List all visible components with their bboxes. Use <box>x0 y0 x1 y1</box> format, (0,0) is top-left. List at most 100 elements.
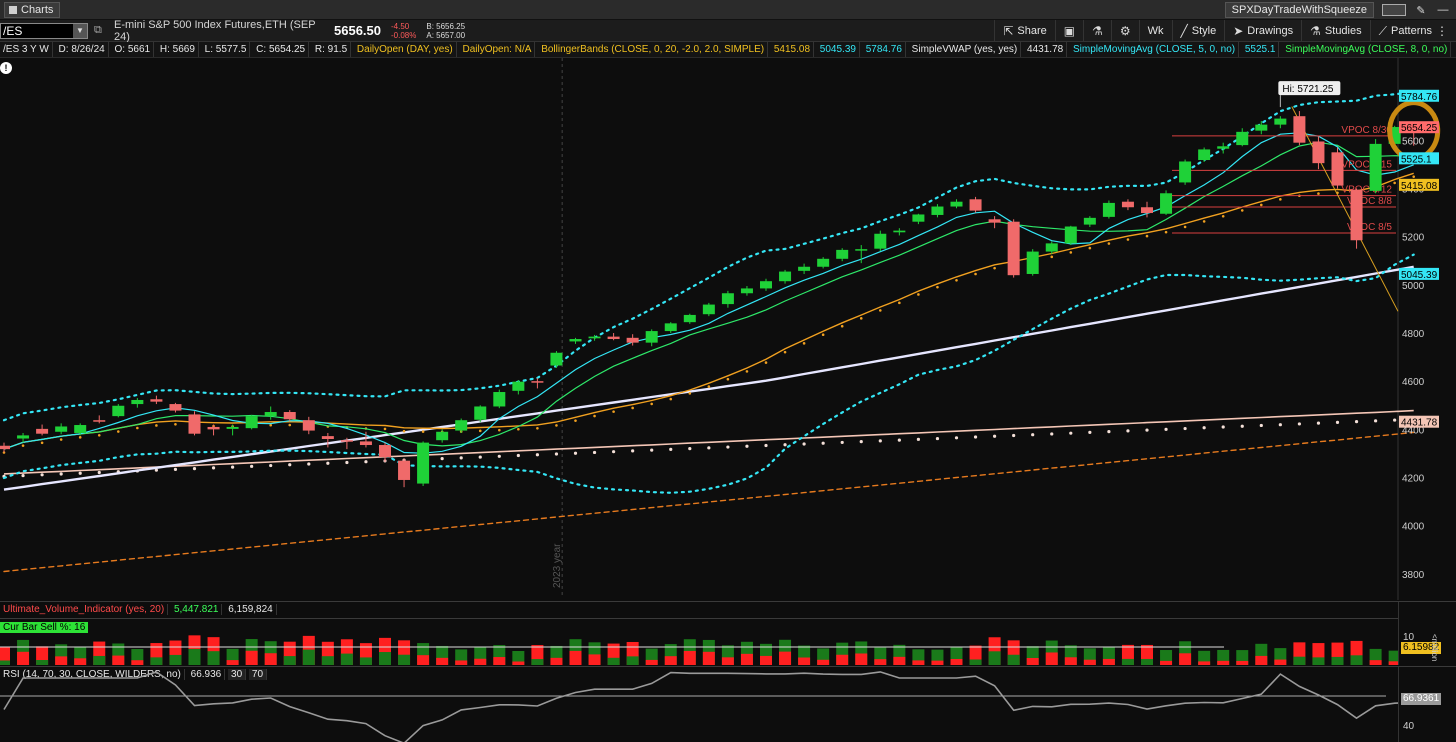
volume-pane[interactable]: Ultimate_Volume_Indicator (yes, 20) 5,44… <box>0 601 1456 665</box>
charts-tab[interactable]: Charts <box>4 2 61 18</box>
price-chart-pane[interactable]: 2023 year VPOC 8/30 VPOC 8/15 VPOC 8/12 VPOC… <box>0 58 1456 600</box>
candle-body <box>588 336 601 339</box>
rsi-pane[interactable]: RSI (14, 70, 30, CLOSE, WILDERS, no) 66.… <box>0 666 1456 742</box>
candle-body <box>569 339 582 342</box>
candle-body <box>550 352 563 366</box>
daily-open-dot <box>498 428 501 432</box>
more-icon: ⋮ <box>1436 24 1448 38</box>
period-button[interactable]: Wk <box>1138 20 1172 42</box>
share-button[interactable]: ⇱ Share <box>994 20 1054 42</box>
candle-body <box>836 249 849 259</box>
volume-bar-split <box>950 658 963 665</box>
daily-open-dot <box>536 426 539 430</box>
account-name[interactable]: SPXDayTradeWithSqueeze <box>1224 2 1374 18</box>
window-box-icon[interactable] <box>1382 4 1406 16</box>
daily-open-dot <box>402 429 406 433</box>
vwap-dot <box>1393 418 1397 422</box>
volume-bar-split <box>455 660 468 665</box>
cursor-icon: ➤ <box>1233 24 1244 38</box>
vwap-dot <box>1164 427 1168 431</box>
price-change: -4.50 -0.08% <box>391 22 416 40</box>
close-readout: C: 5654.25 <box>253 42 310 57</box>
candle-body <box>1102 202 1115 217</box>
daily-open-dot <box>650 402 653 406</box>
daily-open-dot <box>1240 209 1244 212</box>
sma5-study[interactable]: SimpleMovingAvg (CLOSE, 5, 0, no) <box>1070 42 1240 57</box>
vwap-dot <box>250 464 254 468</box>
volume-bar-split <box>1293 656 1306 665</box>
alert-icon[interactable]: ! <box>0 62 12 74</box>
daily-open-dot <box>631 406 634 410</box>
vwap-dot <box>612 450 616 454</box>
volume-bar-split <box>398 654 411 665</box>
volume-bar-split <box>931 660 944 665</box>
volume-bar-split <box>1045 652 1058 665</box>
title-bar: Charts SPXDayTradeWithSqueeze ✎ — <box>0 0 1456 20</box>
candle-body <box>321 436 334 439</box>
daily-open-dot <box>1183 225 1187 229</box>
volume-bar-split <box>1083 659 1096 665</box>
volume-bar-split <box>417 655 430 665</box>
vwap-dot <box>459 456 463 460</box>
daily-open-dot <box>1069 251 1073 254</box>
volume-bar-split <box>836 654 849 665</box>
candle-body <box>779 271 792 282</box>
daily-open-dot <box>1050 255 1054 259</box>
volume-bar-split <box>150 657 163 665</box>
volume-bar-split <box>1331 656 1344 665</box>
rsi-line <box>3 671 1398 742</box>
daily-open-study[interactable]: DailyOpen (DAY, yes) <box>354 42 457 57</box>
daily-open-dot <box>574 419 577 422</box>
candle-body <box>74 425 87 433</box>
style-button[interactable]: ╱ Style <box>1171 20 1225 42</box>
vwap-study[interactable]: SimpleVWAP (yes, yes) <box>909 42 1022 57</box>
volume-bar-split <box>1007 654 1020 665</box>
volume-bar-split <box>169 654 182 665</box>
volume-bar-split <box>1312 657 1325 665</box>
snapshot-button[interactable]: ▣ <box>1054 20 1083 42</box>
lab-button[interactable]: ⚗ <box>1083 20 1111 42</box>
pin-icon[interactable]: ✎ <box>1414 4 1428 17</box>
price-chart-svg[interactable]: 2023 yearVPOC 8/30VPOC 8/15VPOC 8/12VPOC… <box>0 58 1456 600</box>
ask-price: A: 5657.00 <box>426 30 466 40</box>
daily-open-dot <box>517 427 520 431</box>
candle-body <box>1217 146 1230 149</box>
hi-label: Hi: 5721.25 <box>1282 84 1334 95</box>
studies-button[interactable]: ⚗ Studies <box>1301 20 1369 42</box>
vwap-dot <box>707 446 711 450</box>
daily-open-dot <box>726 377 730 381</box>
candle-body <box>702 304 715 315</box>
price-tick-label: 4600 <box>1402 377 1425 388</box>
volume-bar-split <box>550 657 563 665</box>
candle-body <box>512 381 525 391</box>
volume-bar-split <box>855 653 868 665</box>
vwap-dot <box>97 470 101 475</box>
rsi-axis-40: 40 <box>1403 721 1415 732</box>
daily-open-dot <box>478 429 482 433</box>
candle-body <box>417 442 430 484</box>
price-tick-label: 5000 <box>1402 281 1425 292</box>
symbol-input[interactable]: /ES ▼ <box>0 22 88 39</box>
volume-bar-split <box>1102 658 1115 665</box>
link-icon[interactable]: ⧉ <box>94 24 106 37</box>
chevron-down-icon[interactable]: ▼ <box>73 23 87 38</box>
vwap-dot <box>173 467 178 472</box>
vwap-dot <box>364 460 368 464</box>
timeframe-label[interactable]: /ES 3 Y W <box>0 42 53 57</box>
volume-bar-split <box>607 657 620 665</box>
minimize-icon[interactable]: — <box>1436 4 1450 16</box>
style-label: Style <box>1191 25 1217 37</box>
sma8-study[interactable]: SimpleMovingAvg (CLOSE, 8, 0, no) <box>1282 42 1452 57</box>
bollinger-study[interactable]: BollingerBands (CLOSE, 0, 20, -2.0, 2.0,… <box>538 42 769 57</box>
volume-bar-split <box>1141 658 1153 665</box>
open-readout: O: 5661 <box>111 42 155 57</box>
settings-button[interactable]: ⚙ <box>1110 20 1139 42</box>
drawings-button[interactable]: ➤ Drawings <box>1224 20 1301 42</box>
daily-open-dot <box>269 423 273 427</box>
vwap-dot <box>1221 425 1225 429</box>
daily-open-dot <box>117 430 120 433</box>
candle-body <box>683 314 696 323</box>
daily-open-dot <box>155 424 158 427</box>
candle-body <box>740 288 753 294</box>
patterns-button[interactable]: ⟋ Patterns ⋮ <box>1369 20 1456 42</box>
